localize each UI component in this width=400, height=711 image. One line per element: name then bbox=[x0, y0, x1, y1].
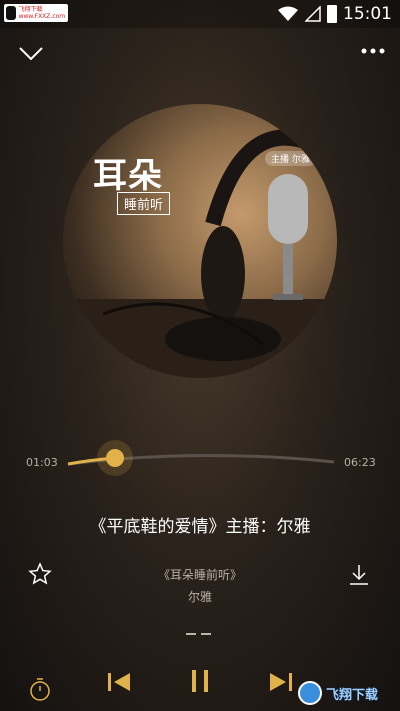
battery-icon bbox=[327, 5, 337, 23]
more-options-icon[interactable] bbox=[360, 47, 386, 55]
progress-slider[interactable] bbox=[0, 440, 400, 480]
album-name: 《耳朵睡前听》 bbox=[157, 568, 242, 582]
app-logo-icon bbox=[6, 6, 16, 20]
wifi-icon bbox=[278, 6, 298, 21]
watermark-logo-icon bbox=[298, 681, 322, 705]
signal-icon bbox=[305, 6, 321, 22]
indicator-dash bbox=[201, 633, 211, 635]
cover-subtitle: 睡前听 bbox=[117, 192, 171, 215]
cover-host-tag: 主播 尔雅 bbox=[265, 151, 316, 166]
pause-icon[interactable] bbox=[190, 668, 210, 694]
progress-area: 01:03 06:23 bbox=[0, 440, 400, 480]
total-time: 06:23 bbox=[344, 456, 376, 469]
app-badge: 飞翔下载 www.FXXZ.com bbox=[4, 4, 68, 22]
status-bar: 飞翔下载 www.FXXZ.com 15:01 bbox=[0, 0, 400, 28]
previous-icon[interactable] bbox=[106, 670, 132, 694]
page-indicator bbox=[186, 633, 214, 637]
app-badge-text: 飞翔下载 www.FXXZ.com bbox=[18, 6, 66, 20]
watermark-text: 飞翔下载 bbox=[326, 687, 379, 703]
watermark: 飞翔下载 bbox=[298, 679, 394, 707]
status-time: 15:01 bbox=[343, 4, 392, 24]
next-icon[interactable] bbox=[268, 670, 294, 694]
download-icon[interactable] bbox=[346, 562, 372, 588]
headphones-microphone-illustration bbox=[63, 129, 337, 378]
album-cover: 耳朵 睡前听 主播 尔雅 bbox=[63, 104, 337, 378]
host-name: 尔雅 bbox=[187, 590, 212, 604]
chevron-down-icon[interactable] bbox=[18, 44, 44, 62]
progress-thumb bbox=[106, 449, 124, 467]
cover-title: 耳朵 bbox=[93, 156, 163, 196]
status-icons: 15:01 bbox=[277, 4, 392, 24]
sleep-timer-icon[interactable] bbox=[28, 676, 52, 702]
track-title: 《平底鞋的爱情》主播：尔雅 bbox=[89, 517, 311, 537]
indicator-dash bbox=[186, 633, 196, 635]
